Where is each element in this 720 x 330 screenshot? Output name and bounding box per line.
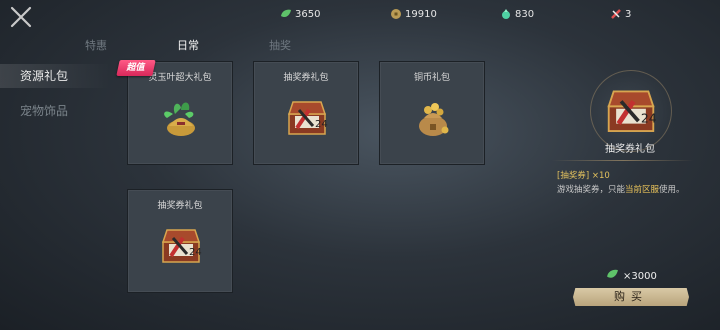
svg-text:24: 24 (315, 119, 328, 130)
ticket-chest-icon: 24 (603, 84, 659, 136)
tab-special-offer[interactable]: 特惠 (85, 37, 107, 53)
gift-card-jade-leaf-mega[interactable]: 灵玉叶超大礼包 (127, 61, 233, 165)
jade-currency: 3650 (280, 8, 320, 20)
svg-text:24: 24 (641, 111, 657, 125)
value-badge: 超值 (116, 60, 156, 76)
sidebar-item-pet-accessories[interactable]: 宠物饰品 (0, 99, 110, 123)
description-highlight: 当前区服 (625, 185, 660, 195)
jade-amount: 3650 (295, 8, 321, 20)
description-text: 游戏抽奖券，只能 (557, 185, 626, 195)
coin-icon (390, 8, 402, 20)
ticket-chest-icon: 24 (159, 224, 203, 266)
detail-title: 抽奖券礼包 (605, 144, 655, 155)
buy-button[interactable]: 购买 (573, 288, 689, 306)
gift-card-title: 铜币礼包 (413, 73, 450, 83)
coin-amount: 19910 (405, 8, 437, 20)
price-amount: ×3000 (623, 270, 657, 282)
ticket-currency: 3 (610, 8, 631, 20)
detail-divider (552, 160, 694, 161)
gift-card-ticket-pack[interactable]: 抽奖券礼包 24 (253, 61, 359, 165)
jade-leaf-icon (606, 268, 619, 284)
gift-card-title: 抽奖券礼包 (157, 201, 203, 211)
gift-card-coin-pack[interactable]: 铜币礼包 (379, 61, 485, 165)
tab-daily[interactable]: 日常 (177, 37, 199, 53)
detail-description: 游戏抽奖券，只能当前区服使用。 (557, 183, 685, 195)
coin-currency: 19910 (390, 8, 437, 20)
gem-amount: 830 (515, 8, 535, 20)
sidebar-item-resource-pack[interactable]: 资源礼包 (0, 64, 110, 88)
price-display: ×3000 (606, 268, 657, 284)
category-tabs: 特惠 日常 抽奖 (80, 37, 320, 55)
leaf-bag-icon (159, 96, 203, 138)
tab-lottery[interactable]: 抽奖 (269, 37, 291, 53)
top-bar: 3650 19910 830 3 (0, 0, 720, 30)
gift-card-ticket-pack-2[interactable]: 抽奖券礼包 24 (127, 189, 233, 293)
coin-bag-icon (411, 96, 455, 138)
gem-currency: 830 (500, 8, 534, 20)
gift-card-title: 抽奖券礼包 (283, 73, 329, 83)
svg-text:24: 24 (189, 247, 202, 258)
ticket-chest-icon: 24 (285, 96, 329, 138)
close-icon[interactable] (8, 6, 34, 28)
ticket-amount: 3 (625, 8, 632, 20)
gem-icon (500, 8, 512, 20)
detail-contents: [抽奖券] ×10 (557, 171, 610, 181)
description-text-end: 使用。 (659, 185, 685, 195)
jade-leaf-icon (280, 8, 292, 20)
ticket-icon (610, 8, 622, 20)
